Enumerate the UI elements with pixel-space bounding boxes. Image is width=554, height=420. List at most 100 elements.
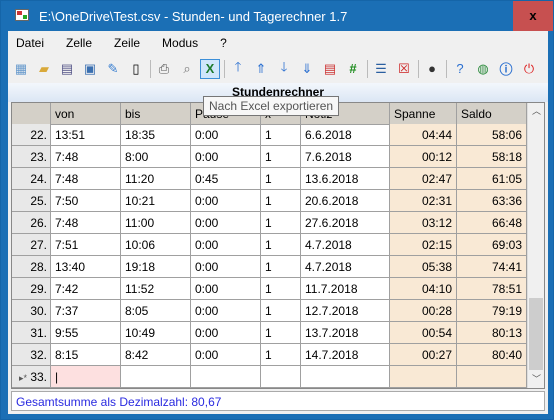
insert-row-icon[interactable]: ☰	[371, 59, 391, 79]
cell-spanne[interactable]: 00:54	[390, 322, 457, 344]
cell-row-number[interactable]: 22.	[12, 124, 51, 146]
cell-row-number[interactable]: 26.	[12, 212, 51, 234]
cell-von[interactable]: 9:55	[51, 322, 121, 344]
new-cell-spanne[interactable]	[390, 366, 457, 388]
cell-saldo[interactable]: 66:48	[457, 212, 527, 234]
new-cell-saldo[interactable]	[457, 366, 527, 388]
cell-spanne[interactable]: 00:28	[390, 300, 457, 322]
cell-bis[interactable]: 8:05	[121, 300, 191, 322]
cell-bis[interactable]: 8:42	[121, 344, 191, 366]
close-button[interactable]: x	[513, 1, 553, 31]
cell-notiz[interactable]: 7.6.2018	[301, 146, 390, 168]
cell-saldo[interactable]: 58:06	[457, 124, 527, 146]
cell-von[interactable]: 7:50	[51, 190, 121, 212]
cell-bis[interactable]: 10:06	[121, 234, 191, 256]
cell-row-number[interactable]: 25.	[12, 190, 51, 212]
menu-datei[interactable]: Datei	[16, 36, 44, 50]
new-cell-notiz[interactable]	[301, 366, 390, 388]
cell-notiz[interactable]: 4.7.2018	[301, 256, 390, 278]
cell-saldo[interactable]: 80:13	[457, 322, 527, 344]
new-table-icon[interactable]: ▦	[11, 59, 31, 79]
cell-pause[interactable]: 0:00	[191, 190, 261, 212]
cell-von[interactable]: 7:37	[51, 300, 121, 322]
cell-von[interactable]: 7:48	[51, 212, 121, 234]
cell-spanne[interactable]: 05:38	[390, 256, 457, 278]
move-down-icon[interactable]: 🡓	[274, 59, 294, 79]
vertical-scrollbar[interactable]: ︿ ﹀	[527, 103, 544, 388]
scroll-thumb[interactable]	[529, 298, 543, 370]
cell-notiz[interactable]: 13.6.2018	[301, 168, 390, 190]
calendar-icon[interactable]: ▤	[320, 59, 340, 79]
cell-spanne[interactable]: 00:12	[390, 146, 457, 168]
cell-notiz[interactable]: 12.7.2018	[301, 300, 390, 322]
new-cell-von-input[interactable]: |	[51, 366, 121, 388]
cell-von[interactable]: 13:40	[51, 256, 121, 278]
power-icon[interactable]: ⏻	[519, 59, 539, 79]
column-header-row-number[interactable]	[12, 103, 51, 125]
cell-von[interactable]: 7:48	[51, 146, 121, 168]
cell-bis[interactable]: 10:21	[121, 190, 191, 212]
cell-saldo[interactable]: 58:18	[457, 146, 527, 168]
move-bottom-icon[interactable]: ⇓	[297, 59, 317, 79]
menu-zeile[interactable]: Zeile	[114, 36, 140, 50]
cell-x[interactable]: 1	[261, 278, 301, 300]
cell-x[interactable]: 1	[261, 190, 301, 212]
cell-saldo[interactable]: 63:36	[457, 190, 527, 212]
cell-x[interactable]: 1	[261, 168, 301, 190]
cell-pause[interactable]: 0:00	[191, 234, 261, 256]
cell-x[interactable]: 1	[261, 256, 301, 278]
cell-spanne[interactable]: 02:47	[390, 168, 457, 190]
cell-von[interactable]: 13:51	[51, 124, 121, 146]
grid-icon[interactable]: ▤	[57, 59, 77, 79]
scroll-down-icon[interactable]: ﹀	[528, 371, 544, 388]
column-header-von[interactable]: von	[51, 103, 121, 125]
cell-von[interactable]: 8:15	[51, 344, 121, 366]
move-up-icon[interactable]: 🡑	[228, 59, 248, 79]
number-icon[interactable]: #	[343, 59, 363, 79]
cell-saldo[interactable]: 78:51	[457, 278, 527, 300]
cell-pause[interactable]: 0:00	[191, 212, 261, 234]
cell-pause[interactable]: 0:00	[191, 344, 261, 366]
column-header-bis[interactable]: bis	[121, 103, 191, 125]
cell-von[interactable]: 7:51	[51, 234, 121, 256]
menu-modus[interactable]: Modus	[162, 36, 198, 50]
cell-x[interactable]: 1	[261, 146, 301, 168]
cell-row-number[interactable]: 28.	[12, 256, 51, 278]
cell-x[interactable]: 1	[261, 212, 301, 234]
cell-row-number[interactable]: 32.	[12, 344, 51, 366]
delete-row-icon[interactable]: ☒	[394, 59, 414, 79]
new-cell-x[interactable]	[261, 366, 301, 388]
new-cell-bis[interactable]	[121, 366, 191, 388]
column-header-saldo[interactable]: Saldo	[457, 103, 527, 125]
cell-spanne[interactable]: 02:15	[390, 234, 457, 256]
cell-saldo[interactable]: 79:19	[457, 300, 527, 322]
cell-notiz[interactable]: 4.7.2018	[301, 234, 390, 256]
cell-pause[interactable]: 0:00	[191, 278, 261, 300]
cell-row-number[interactable]: 30.	[12, 300, 51, 322]
cell-row-number[interactable]: 31.	[12, 322, 51, 344]
cell-spanne[interactable]: 04:44	[390, 124, 457, 146]
edit-icon[interactable]: ✎	[103, 59, 123, 79]
menu-zelle[interactable]: Zelle	[66, 36, 92, 50]
cell-bis[interactable]: 8:00	[121, 146, 191, 168]
data-grid[interactable]: vonbisPausexNotizSpanneSaldo 22.13:5118:…	[11, 102, 545, 389]
settings-icon[interactable]: ●	[422, 59, 442, 79]
cell-x[interactable]: 1	[261, 234, 301, 256]
excel-export-icon[interactable]: X	[200, 58, 220, 79]
cell-bis[interactable]: 18:35	[121, 124, 191, 146]
column-header-spanne[interactable]: Spanne	[390, 103, 457, 125]
print-icon[interactable]: ⎙	[154, 59, 174, 79]
web-icon[interactable]: ◍	[473, 59, 493, 79]
cell-bis[interactable]: 11:52	[121, 278, 191, 300]
export-file-icon[interactable]: ▯	[126, 59, 146, 79]
cell-pause[interactable]: 0:00	[191, 256, 261, 278]
cell-von[interactable]: 7:42	[51, 278, 121, 300]
cell-saldo[interactable]: 74:41	[457, 256, 527, 278]
cell-pause[interactable]: 0:00	[191, 124, 261, 146]
cell-row-number[interactable]: 23.	[12, 146, 51, 168]
menu-help[interactable]: ?	[220, 36, 227, 50]
cell-pause[interactable]: 0:00	[191, 300, 261, 322]
cell-spanne[interactable]: 02:31	[390, 190, 457, 212]
cell-notiz[interactable]: 11.7.2018	[301, 278, 390, 300]
cell-notiz[interactable]: 13.7.2018	[301, 322, 390, 344]
